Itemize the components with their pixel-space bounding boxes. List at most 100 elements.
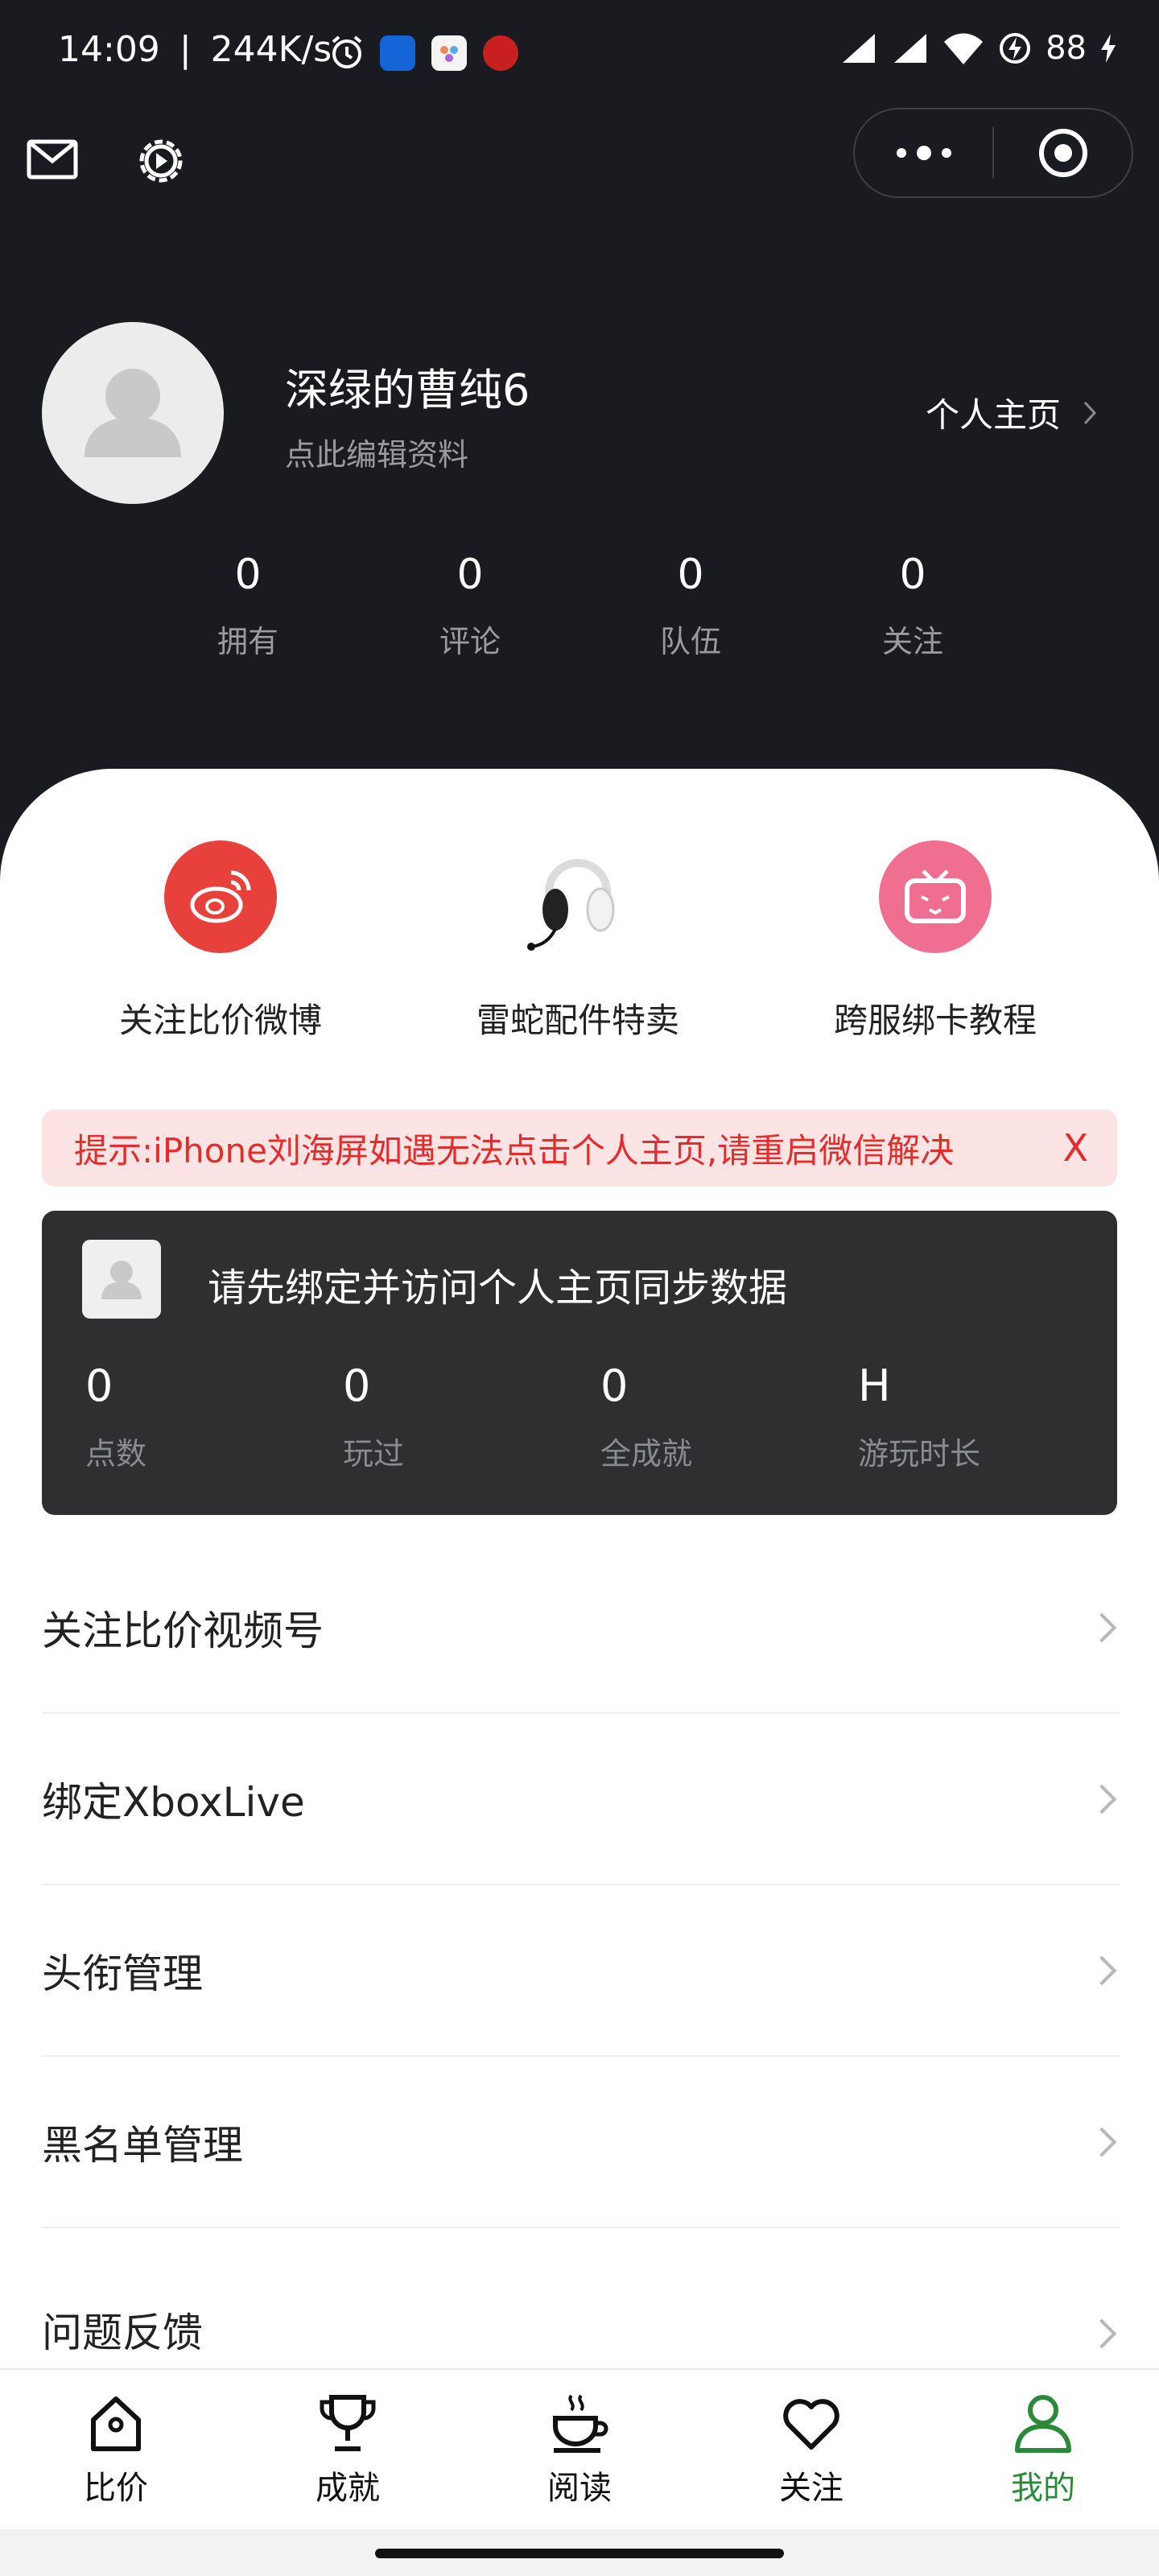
stat-label: 拥有 bbox=[217, 624, 278, 659]
tab-achievements[interactable]: 成就 bbox=[232, 2370, 464, 2531]
menu-item-blacklist[interactable]: 黑名单管理 bbox=[42, 2057, 1120, 2228]
stat-comments[interactable]: 0 评论 bbox=[390, 551, 551, 661]
chevron-right-icon bbox=[1087, 1612, 1117, 1642]
tab-label: 关注 bbox=[779, 2470, 843, 2507]
alarm-icon bbox=[328, 34, 365, 74]
tab-mine[interactable]: 我的 bbox=[927, 2370, 1159, 2531]
stat-label: 游玩时长 bbox=[858, 1436, 981, 1472]
stat-following[interactable]: 0 关注 bbox=[832, 551, 993, 661]
avatar[interactable] bbox=[42, 322, 224, 504]
status-right-group: 88 bbox=[839, 24, 1117, 72]
chevron-right-icon bbox=[1087, 1784, 1117, 1814]
homepage-label: 个人主页 bbox=[926, 395, 1062, 435]
more-menu-button[interactable] bbox=[855, 109, 992, 196]
net-speed-text: 244K/s bbox=[210, 29, 332, 70]
notice-banner: 提示:iPhone刘海屏如遇无法点击个人主页,请重启微信解决 X bbox=[42, 1109, 1117, 1187]
signal-icon bbox=[843, 34, 876, 63]
menu-label: 问题反馈 bbox=[42, 2310, 203, 2356]
chevron-right-icon bbox=[1087, 2318, 1117, 2349]
sync-data-card[interactable]: 请先绑定并访问个人主页同步数据 0 点数 0 玩过 0 全成就 H 游玩时长 bbox=[42, 1211, 1117, 1515]
chevron-right-icon bbox=[1083, 401, 1097, 424]
more-dots-icon bbox=[896, 146, 951, 160]
stat-value: 0 bbox=[234, 551, 262, 599]
menu-item-title-management[interactable]: 头衔管理 bbox=[42, 1885, 1120, 2057]
home-indicator[interactable] bbox=[375, 2549, 784, 2558]
tab-reading[interactable]: 阅读 bbox=[464, 2370, 695, 2531]
menu-item-video-channel[interactable]: 关注比价视频号 bbox=[42, 1542, 1120, 1714]
edit-profile-hint[interactable]: 点此编辑资料 bbox=[285, 430, 468, 474]
menu-label: 黑名单管理 bbox=[42, 2121, 243, 2169]
tab-label: 阅读 bbox=[547, 2470, 612, 2507]
shortcut-label: 跨服绑卡教程 bbox=[833, 1001, 1037, 1040]
card-stat-played: 0 玩过 bbox=[343, 1360, 404, 1473]
stat-teams[interactable]: 0 队伍 bbox=[610, 551, 771, 661]
bilibili-icon bbox=[879, 840, 992, 953]
trophy-icon bbox=[320, 2395, 376, 2451]
stat-value: 0 bbox=[343, 1360, 371, 1411]
stat-value: 0 bbox=[899, 551, 926, 599]
shortcut-razer[interactable]: 雷蛇配件特卖 bbox=[417, 840, 739, 1042]
menu-item-feedback[interactable]: 问题反馈 bbox=[42, 2228, 1120, 2368]
headset-icon bbox=[522, 840, 634, 953]
menu-item-bind-xboxlive[interactable]: 绑定XboxLive bbox=[42, 1714, 1120, 1885]
mail-icon[interactable] bbox=[24, 130, 82, 188]
stat-label: 全成就 bbox=[600, 1436, 693, 1472]
card-stat-playtime: H 游玩时长 bbox=[858, 1360, 980, 1473]
menu-label: 头衔管理 bbox=[42, 1950, 203, 1997]
status-time: 14:09 | 244K/s bbox=[58, 29, 332, 70]
signal-icon bbox=[894, 34, 927, 63]
chevron-right-icon bbox=[1087, 2127, 1117, 2157]
stat-label: 点数 bbox=[85, 1436, 147, 1472]
charging-icon bbox=[1101, 34, 1116, 63]
chevron-right-icon bbox=[1087, 1955, 1117, 1985]
wifi-icon bbox=[944, 33, 984, 64]
sync-card-title: 请先绑定并访问个人主页同步数据 bbox=[208, 1265, 788, 1311]
coffee-cup-icon bbox=[553, 2394, 608, 2453]
stat-value: 0 bbox=[600, 1360, 629, 1411]
home-tag-icon bbox=[91, 2396, 141, 2451]
menu-label: 关注比价视频号 bbox=[42, 1607, 324, 1654]
stat-value: 0 bbox=[456, 551, 484, 599]
stat-label: 玩过 bbox=[343, 1436, 405, 1472]
target-close-icon bbox=[1038, 129, 1087, 177]
battery-saver-icon bbox=[1000, 33, 1031, 64]
card-stat-points: 0 点数 bbox=[85, 1360, 146, 1473]
weibo-icon bbox=[164, 840, 277, 953]
tab-compare-price[interactable]: 比价 bbox=[0, 2370, 232, 2531]
tab-following[interactable]: 关注 bbox=[695, 2370, 927, 2531]
heart-icon bbox=[783, 2399, 839, 2450]
shortcut-bilibili[interactable]: 跨服绑卡教程 bbox=[774, 840, 1096, 1042]
settings-gear-icon[interactable] bbox=[130, 130, 188, 188]
battery-level: 88 bbox=[1046, 30, 1087, 67]
tab-label: 成就 bbox=[316, 2470, 380, 2507]
divider: | bbox=[179, 29, 192, 70]
shortcut-label: 关注比价微博 bbox=[118, 1001, 322, 1040]
shortcut-weibo[interactable]: 关注比价微博 bbox=[60, 840, 382, 1042]
card-stat-full-achievements: 0 全成就 bbox=[600, 1360, 692, 1473]
clock-text: 14:09 bbox=[58, 29, 160, 70]
personal-homepage-link[interactable]: 个人主页 bbox=[926, 388, 1098, 437]
person-icon bbox=[1015, 2395, 1071, 2453]
stat-label: 关注 bbox=[881, 624, 943, 659]
bottom-tab-bar: 比价 成就 阅读 关注 我的 bbox=[0, 2368, 1159, 2529]
default-avatar-icon bbox=[85, 369, 181, 457]
notice-close-button[interactable]: X bbox=[1062, 1126, 1088, 1170]
card-avatar bbox=[82, 1240, 161, 1319]
stat-label: 队伍 bbox=[659, 624, 721, 659]
stat-value: 0 bbox=[677, 551, 704, 599]
tab-label: 比价 bbox=[84, 2470, 148, 2507]
mini-program-capsule bbox=[853, 108, 1133, 198]
default-avatar-icon bbox=[101, 1261, 142, 1299]
app-notification-icon bbox=[380, 35, 415, 71]
stat-value: H bbox=[858, 1360, 891, 1411]
stat-owned[interactable]: 0 拥有 bbox=[167, 551, 328, 661]
shortcut-label: 雷蛇配件特卖 bbox=[476, 1001, 679, 1040]
stat-label: 评论 bbox=[439, 624, 501, 659]
app-notification-icon bbox=[483, 35, 518, 71]
menu-label: 绑定XboxLive bbox=[42, 1778, 305, 1826]
tab-label: 我的 bbox=[1011, 2470, 1075, 2507]
close-program-button[interactable] bbox=[994, 109, 1132, 196]
app-notification-icon bbox=[431, 35, 467, 71]
notice-text: 提示:iPhone刘海屏如遇无法点击个人主页,请重启微信解决 bbox=[74, 1130, 955, 1170]
username[interactable]: 深绿的曹纯6 bbox=[285, 354, 530, 418]
